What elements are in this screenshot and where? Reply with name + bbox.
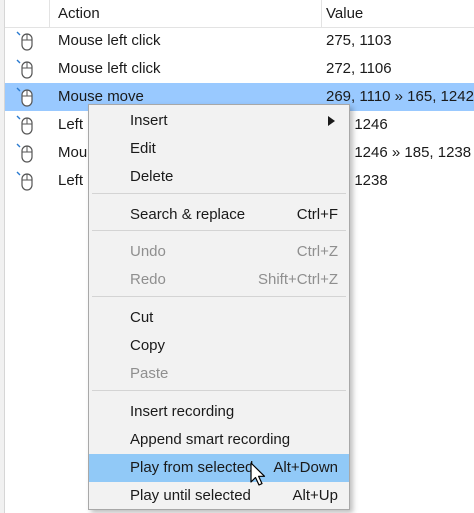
menu-separator bbox=[92, 193, 346, 194]
menu-item-append-smart-recording[interactable]: Append smart recording bbox=[89, 426, 349, 454]
menu-item-label: Undo bbox=[130, 243, 166, 260]
menu-item-search-replace[interactable]: Search & replace Ctrl+F bbox=[89, 201, 349, 229]
menu-item-label: Search & replace bbox=[130, 206, 246, 223]
menu-item-insert[interactable]: Insert bbox=[89, 107, 349, 135]
column-header-action[interactable]: Action bbox=[58, 0, 100, 27]
menu-item-label: Edit bbox=[130, 140, 156, 157]
action-cell: Mouse left click bbox=[58, 60, 161, 77]
table-header: Action Value bbox=[5, 0, 474, 28]
menu-item-edit[interactable]: Edit bbox=[89, 135, 349, 163]
value-cell: 275, 1103 bbox=[326, 32, 392, 49]
menu-item-shortcut: Ctrl+F bbox=[296, 206, 338, 223]
menu-item-shortcut: Shift+Ctrl+Z bbox=[257, 271, 338, 288]
value-cell: , 1238 bbox=[346, 172, 388, 189]
menu-item-shortcut: Ctrl+Z bbox=[296, 243, 338, 260]
menu-item-copy[interactable]: Copy bbox=[89, 332, 349, 360]
mouse-pointer-icon bbox=[250, 462, 266, 486]
mouse-icon bbox=[16, 31, 33, 51]
menu-item-label: Play until selected bbox=[130, 487, 251, 504]
menu-item-shortcut: Alt+Up bbox=[292, 487, 338, 504]
menu-item-undo[interactable]: Undo Ctrl+Z bbox=[89, 238, 349, 266]
action-cell: Mouse left click bbox=[58, 32, 161, 49]
menu-item-play-from-selected[interactable]: Play from selected Alt+Down bbox=[89, 454, 349, 482]
value-cell: , 1246 » 185, 1238 bbox=[346, 144, 472, 161]
column-header-value[interactable]: Value bbox=[326, 0, 363, 27]
mouse-icon bbox=[16, 143, 33, 163]
menu-item-label: Insert bbox=[130, 112, 168, 129]
menu-item-label: Cut bbox=[130, 309, 154, 326]
menu-item-play-until-selected[interactable]: Play until selected Alt+Up bbox=[89, 482, 349, 510]
menu-item-label: Paste bbox=[130, 365, 169, 382]
menu-item-label: Copy bbox=[130, 337, 166, 354]
menu-separator bbox=[92, 390, 346, 391]
menu-item-cut[interactable]: Cut bbox=[89, 304, 349, 332]
column-separator[interactable] bbox=[321, 0, 322, 27]
mouse-icon bbox=[16, 59, 33, 79]
menu-item-label: Play from selected bbox=[130, 459, 254, 476]
menu-item-label: Redo bbox=[130, 271, 166, 288]
column-separator[interactable] bbox=[49, 0, 50, 27]
menu-item-delete[interactable]: Delete bbox=[89, 163, 349, 191]
action-cell: Mou bbox=[58, 144, 88, 161]
value-cell: , 1246 bbox=[346, 116, 388, 133]
context-menu: Insert Edit Delete Search & replace Ctrl… bbox=[88, 104, 350, 510]
menu-item-insert-recording[interactable]: Insert recording bbox=[89, 398, 349, 426]
table-row[interactable]: Mouse left click 275, 1103 bbox=[5, 27, 474, 55]
menu-item-label: Insert recording bbox=[130, 403, 235, 420]
submenu-arrow-icon bbox=[328, 116, 335, 126]
mouse-icon bbox=[16, 115, 33, 135]
menu-item-label: Delete bbox=[130, 168, 174, 185]
value-cell: 272, 1106 bbox=[326, 60, 392, 77]
mouse-icon bbox=[16, 171, 33, 191]
menu-separator bbox=[92, 230, 346, 231]
menu-separator bbox=[92, 296, 346, 297]
menu-item-redo[interactable]: Redo Shift+Ctrl+Z bbox=[89, 266, 349, 294]
mouse-icon bbox=[16, 87, 33, 107]
table-row[interactable]: Mouse left click 272, 1106 bbox=[5, 55, 474, 83]
menu-item-paste[interactable]: Paste bbox=[89, 360, 349, 388]
menu-item-shortcut: Alt+Down bbox=[273, 459, 338, 476]
menu-item-label: Append smart recording bbox=[130, 431, 291, 448]
